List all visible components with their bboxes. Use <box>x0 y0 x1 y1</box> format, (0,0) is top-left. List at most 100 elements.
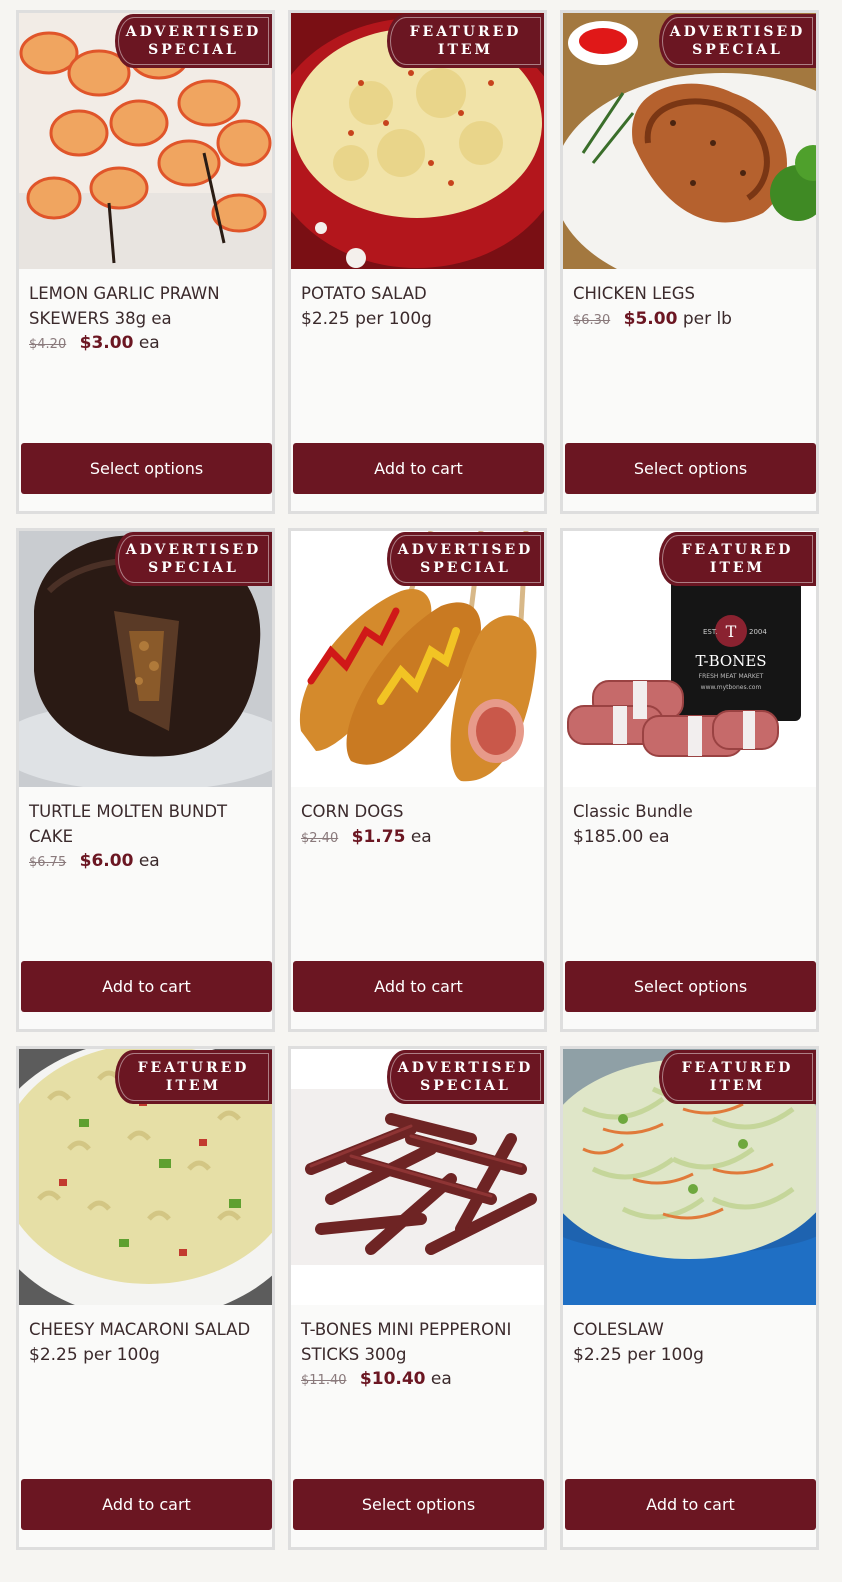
title-line: STICKS 300g <box>301 1345 407 1364</box>
price: $2.25 <box>29 1345 78 1365</box>
price: $2.25 <box>301 309 350 329</box>
old-price: $11.40 <box>301 1373 347 1388</box>
product-card: FEATURED ITEM CHEESY MACARONI SALAD $2.2… <box>16 1046 275 1550</box>
select-options-button[interactable]: Select options <box>21 443 272 494</box>
add-to-cart-button[interactable]: Add to cart <box>21 961 272 1012</box>
price-unit: per lb <box>682 309 732 329</box>
product-badge: ADVERTISED SPECIAL <box>115 532 272 586</box>
product-title[interactable]: CHEESY MACARONI SALAD <box>29 1317 264 1342</box>
product-badge: ADVERTISED SPECIAL <box>659 14 816 68</box>
product-card: ADVERTISED SPECIAL T-BONES MINI PEPPERON… <box>288 1046 547 1550</box>
badge-line-2: ITEM <box>165 1078 222 1094</box>
product-badge: ADVERTISED SPECIAL <box>115 14 272 68</box>
product-badge: FEATURED ITEM <box>387 14 544 68</box>
product-badge: FEATURED ITEM <box>659 1050 816 1104</box>
select-options-button[interactable]: Select options <box>565 961 816 1012</box>
product-badge: FEATURED ITEM <box>659 532 816 586</box>
price-unit: per 100g <box>627 1345 704 1365</box>
add-to-cart-button[interactable]: Add to cart <box>293 961 544 1012</box>
product-badge: FEATURED ITEM <box>115 1050 272 1104</box>
title-line: CAKE <box>29 827 74 846</box>
price-unit: ea <box>138 333 160 353</box>
badge-line-1: ADVERTISED <box>397 542 534 558</box>
title-line: CHEESY MACARONI SALAD <box>29 1320 251 1339</box>
price: $2.25 <box>573 1345 622 1365</box>
product-price: $2.25 per 100g <box>573 1345 704 1365</box>
badge-line-2: SPECIAL <box>420 1078 511 1094</box>
product-card: ADVERTISED SPECIAL LEMON GARLIC PRAWN SK… <box>16 10 275 514</box>
title-line: LEMON GARLIC PRAWN <box>29 284 220 303</box>
badge-line-1: ADVERTISED <box>125 24 262 40</box>
product-title[interactable]: LEMON GARLIC PRAWN SKEWERS 38g ea <box>29 281 264 331</box>
badge-line-1: ADVERTISED <box>125 542 262 558</box>
sale-price: $5.00 <box>623 309 678 329</box>
product-card: FEATURED ITEM POTATO SALAD $2.25 per 100… <box>288 10 547 514</box>
title-line: CORN DOGS <box>301 802 404 821</box>
title-line: CHICKEN LEGS <box>573 284 696 303</box>
badge-line-1: FEATURED <box>409 24 522 40</box>
badge-line-2: SPECIAL <box>692 42 783 58</box>
title-line: Classic Bundle <box>573 802 693 821</box>
title-line: TURTLE MOLTEN BUNDT <box>29 802 228 821</box>
old-price: $2.40 <box>301 831 339 846</box>
badge-line-1: FEATURED <box>137 1060 250 1076</box>
bag-tagline-text: FRESH MEAT MARKET <box>699 673 764 680</box>
badge-line-1: FEATURED <box>681 1060 794 1076</box>
price-unit: per 100g <box>83 1345 160 1365</box>
product-card: ADVERTISED SPECIAL CHICKEN LEGS $6.30 $5… <box>560 10 819 514</box>
title-line: COLESLAW <box>573 1320 664 1339</box>
badge-line-1: ADVERTISED <box>669 24 806 40</box>
product-price: $185.00 ea <box>573 827 670 847</box>
old-price: $6.30 <box>573 313 611 328</box>
product-title[interactable]: Classic Bundle <box>573 799 808 824</box>
select-options-button[interactable]: Select options <box>293 1479 544 1530</box>
sale-price: $6.00 <box>79 851 134 871</box>
product-title[interactable]: T-BONES MINI PEPPERONI STICKS 300g <box>301 1317 536 1367</box>
product-price: $6.75 $6.00 ea <box>29 851 160 871</box>
old-price: $6.75 <box>29 855 67 870</box>
sale-price: $1.75 <box>351 827 406 847</box>
product-price: $2.40 $1.75 ea <box>301 827 432 847</box>
product-title[interactable]: COLESLAW <box>573 1317 808 1342</box>
product-price: $2.25 per 100g <box>29 1345 160 1365</box>
add-to-cart-button[interactable]: Add to cart <box>565 1479 816 1530</box>
sale-price: $10.40 <box>359 1369 426 1389</box>
product-badge: ADVERTISED SPECIAL <box>387 1050 544 1104</box>
product-title[interactable]: POTATO SALAD <box>301 281 536 306</box>
old-price: $4.20 <box>29 337 67 352</box>
bag-est-text: EST. <box>703 628 718 636</box>
product-card: ADVERTISED SPECIAL TURTLE MOLTEN BUNDT C… <box>16 528 275 1032</box>
badge-line-2: SPECIAL <box>420 560 511 576</box>
product-title[interactable]: CHICKEN LEGS <box>573 281 808 306</box>
title-line: SKEWERS 38g ea <box>29 309 172 328</box>
product-price: $6.30 $5.00 per lb <box>573 309 732 329</box>
product-card: FEATURED ITEM COLESLAW $2.25 per 100g Ad… <box>560 1046 819 1550</box>
product-price: $4.20 $3.00 ea <box>29 333 160 353</box>
product-title[interactable]: CORN DOGS <box>301 799 536 824</box>
add-to-cart-button[interactable]: Add to cart <box>21 1479 272 1530</box>
price: $185.00 <box>573 827 644 847</box>
bag-brand-text: T-BONES <box>695 652 766 670</box>
select-options-button[interactable]: Select options <box>565 443 816 494</box>
badge-line-2: ITEM <box>709 1078 766 1094</box>
product-price: $2.25 per 100g <box>301 309 432 329</box>
price-unit: ea <box>138 851 160 871</box>
price-unit: per 100g <box>355 309 432 329</box>
price-unit: ea <box>410 827 432 847</box>
badge-line-2: ITEM <box>437 42 494 58</box>
product-row: ADVERTISED SPECIAL TURTLE MOLTEN BUNDT C… <box>16 528 826 1032</box>
product-price: $11.40 $10.40 ea <box>301 1369 452 1389</box>
product-title[interactable]: TURTLE MOLTEN BUNDT CAKE <box>29 799 264 849</box>
bag-year-text: 2004 <box>749 628 767 636</box>
title-line: POTATO SALAD <box>301 284 427 303</box>
add-to-cart-button[interactable]: Add to cart <box>293 443 544 494</box>
title-line: T-BONES MINI PEPPERONI <box>301 1320 512 1339</box>
badge-line-1: FEATURED <box>681 542 794 558</box>
product-card: T EST. 2004 T-BONES FRESH MEAT MARKET ww… <box>560 528 819 1032</box>
product-row: FEATURED ITEM CHEESY MACARONI SALAD $2.2… <box>16 1046 826 1550</box>
sale-price: $3.00 <box>79 333 134 353</box>
badge-line-2: SPECIAL <box>148 560 239 576</box>
price-unit: ea <box>648 827 670 847</box>
svg-text:T: T <box>726 622 737 641</box>
product-row: ADVERTISED SPECIAL LEMON GARLIC PRAWN SK… <box>16 10 826 514</box>
